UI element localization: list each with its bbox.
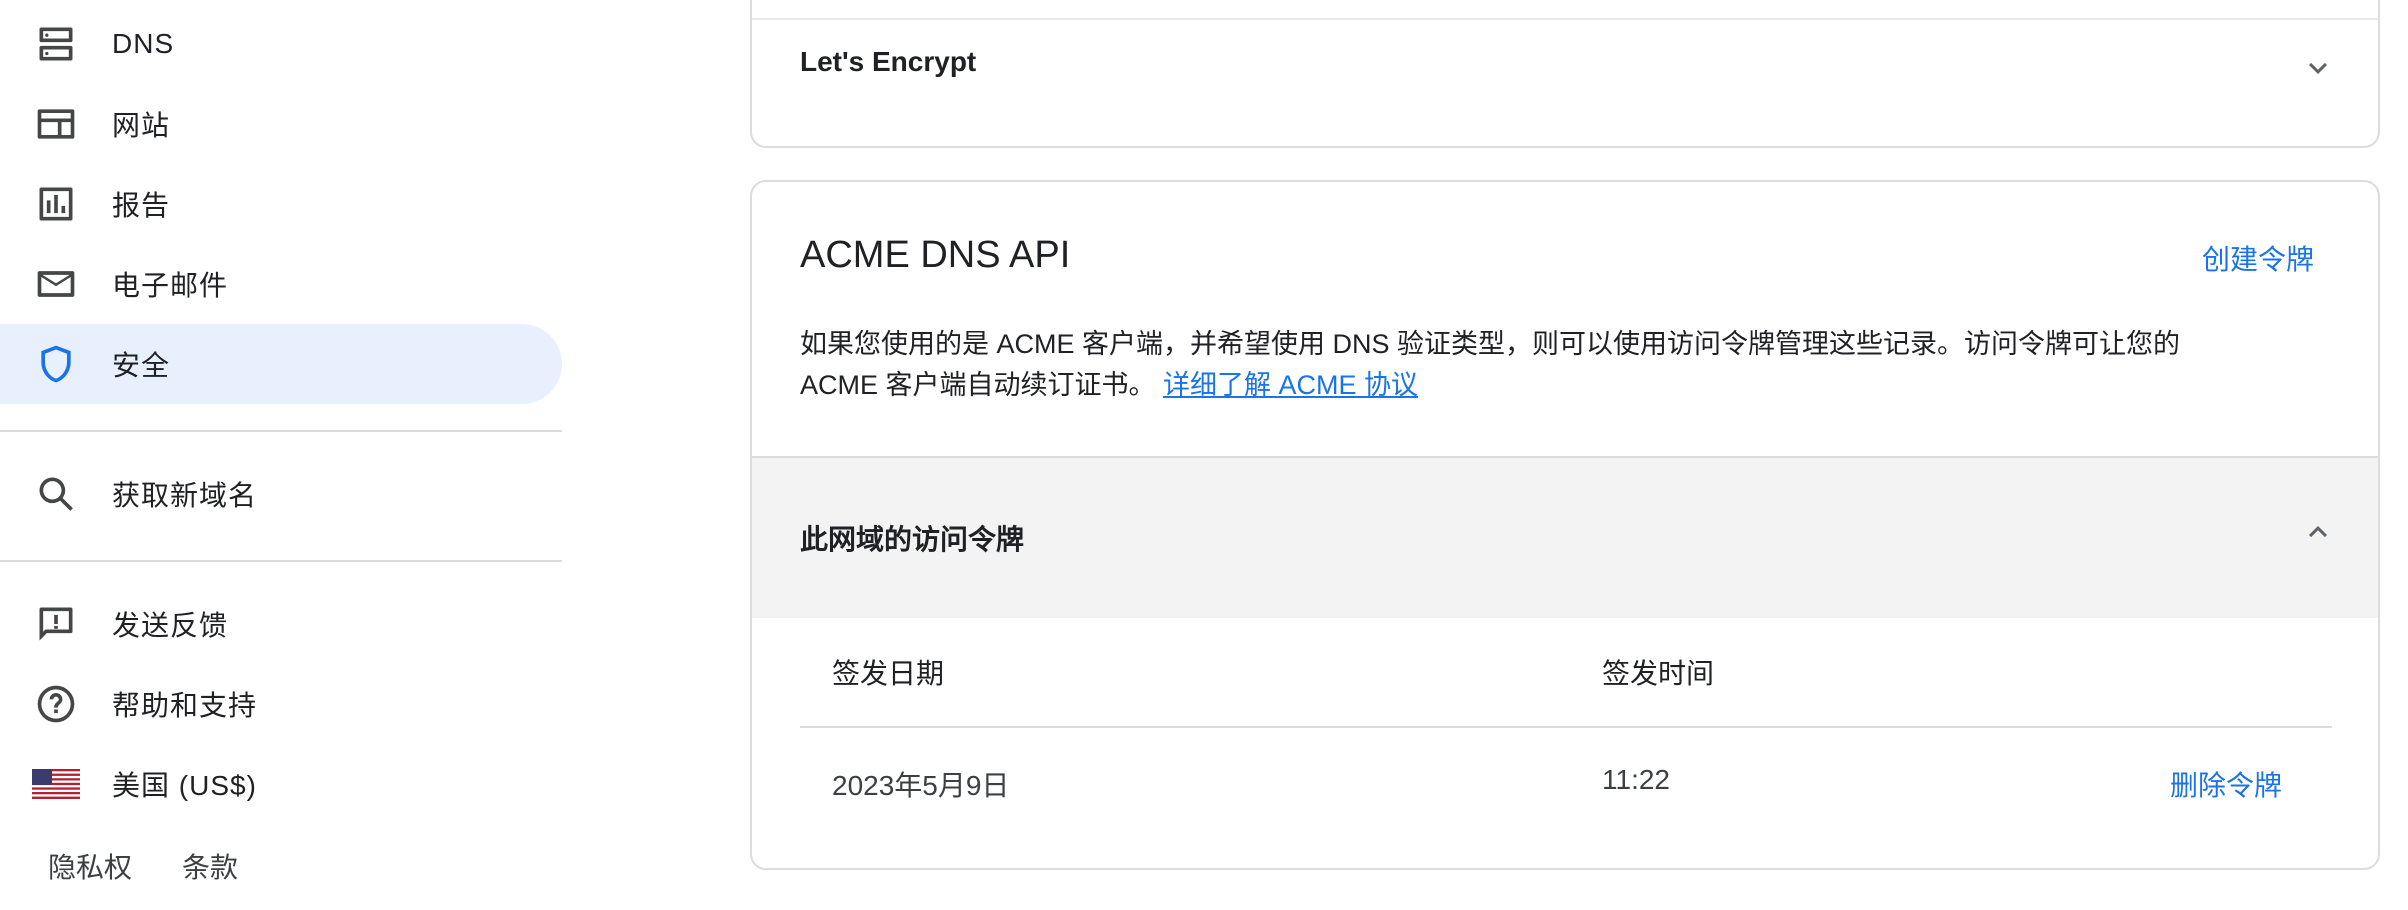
sidebar-divider: [0, 430, 562, 432]
learn-more-acme-link[interactable]: 详细了解 ACME 协议: [1163, 370, 1418, 400]
get-new-domain-link[interactable]: 获取新域名: [0, 454, 562, 534]
sidebar-item-label: 安全: [112, 350, 171, 381]
description-text: ACME 客户端自动续订证书。: [800, 370, 1156, 400]
get-new-domain-label: 获取新域名: [112, 480, 258, 511]
email-icon: [34, 262, 78, 306]
description-text: 如果您使用的是 ACME 客户端，并希望使用 DNS 验证类型，则可以使用访问令…: [800, 329, 2181, 359]
lets-encrypt-card: Let's Encrypt: [750, 0, 2380, 148]
feedback-icon: [34, 602, 78, 646]
send-feedback-link[interactable]: 发送反馈: [0, 584, 562, 664]
chevron-down-icon[interactable]: [2300, 50, 2336, 86]
region-label: 美国 (US$): [112, 770, 257, 801]
delete-token-button[interactable]: 删除令牌: [2170, 764, 2282, 804]
token-issue-time: 11:22: [1602, 764, 1670, 795]
acme-dns-api-card: ACME DNS API 创建令牌 如果您使用的是 ACME 客户端，并希望使用…: [750, 180, 2380, 870]
us-flag-icon: [32, 769, 80, 799]
column-header-issue-date: 签发日期: [832, 658, 945, 689]
create-token-button[interactable]: 创建令牌: [2202, 238, 2314, 278]
sidebar-item-website[interactable]: 网站: [0, 84, 562, 164]
terms-link[interactable]: 条款: [182, 846, 238, 886]
column-header-issue-time: 签发时间: [1602, 658, 1715, 689]
reports-icon: [34, 182, 78, 226]
sidebar-item-dns[interactable]: DNS: [0, 4, 562, 84]
send-feedback-label: 发送反馈: [112, 610, 229, 641]
acme-title: ACME DNS API: [800, 234, 1071, 276]
sidebar-item-reports[interactable]: 报告: [0, 164, 562, 244]
sidebar-item-label: 电子邮件: [112, 270, 229, 301]
sidebar-item-label: 网站: [112, 110, 171, 141]
help-support-link[interactable]: 帮助和支持: [0, 664, 562, 744]
shield-icon: [34, 342, 78, 386]
website-icon: [34, 102, 78, 146]
table-divider: [800, 726, 2332, 728]
card-divider: [752, 18, 2378, 20]
help-support-label: 帮助和支持: [112, 690, 258, 721]
chevron-up-icon[interactable]: [2300, 514, 2336, 550]
sidebar: DNS 网站 报告 电子邮件 安全 获取新域名 发送反馈 帮助和支持 美国 (U…: [0, 0, 562, 910]
region-selector[interactable]: 美国 (US$): [0, 744, 562, 824]
sidebar-item-security[interactable]: 安全: [0, 324, 562, 404]
sidebar-divider: [0, 560, 562, 562]
help-icon: [34, 682, 78, 726]
sidebar-item-label: 报告: [112, 190, 171, 221]
sidebar-item-label: DNS: [112, 28, 175, 59]
privacy-link[interactable]: 隐私权: [48, 846, 132, 886]
tokens-section-title: 此网域的访问令牌: [800, 524, 1025, 555]
dns-icon: [34, 22, 78, 66]
sidebar-item-email[interactable]: 电子邮件: [0, 244, 562, 324]
token-issue-date: 2023年5月9日: [832, 770, 1010, 801]
search-icon: [34, 472, 78, 516]
tokens-section-header[interactable]: 此网域的访问令牌: [752, 456, 2378, 618]
acme-description: 如果您使用的是 ACME 客户端，并希望使用 DNS 验证类型，则可以使用访问令…: [800, 324, 2300, 406]
lets-encrypt-title: Let's Encrypt: [800, 46, 977, 77]
